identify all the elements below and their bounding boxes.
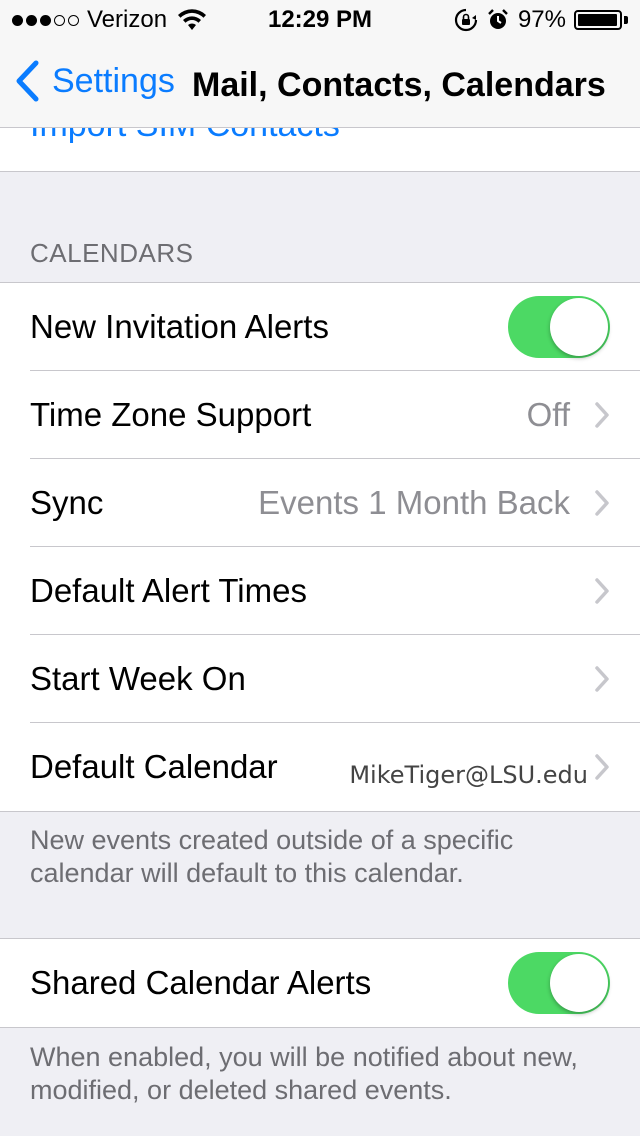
chevron-right-icon	[595, 578, 609, 604]
toggle-knob	[550, 954, 608, 1012]
battery-fill	[578, 14, 617, 26]
shared-group: Shared Calendar Alerts	[0, 938, 640, 1028]
section-header-calendars: CALENDARS	[30, 238, 194, 268]
row-value: MikeTiger@LSU.edu	[349, 761, 588, 789]
battery-tip	[624, 16, 628, 24]
battery-percent: 97%	[517, 6, 566, 33]
row-value: Off	[526, 396, 570, 433]
battery-icon	[574, 10, 622, 30]
navigation-bar: Settings Mail, Contacts, Calendars	[0, 40, 640, 128]
row-value: Events 1 Month Back	[258, 484, 570, 521]
import-sim-contacts-row[interactable]: Import SIM Contacts	[0, 128, 640, 172]
default-alert-times-row[interactable]: Default Alert Times	[0, 547, 640, 635]
back-button[interactable]: Settings	[14, 60, 175, 102]
default-calendar-row[interactable]: Default Calendar MikeTiger@LSU.edu	[0, 723, 640, 811]
shared-calendar-alerts-row: Shared Calendar Alerts	[0, 939, 640, 1027]
chevron-right-icon	[595, 666, 609, 692]
row-label: Default Calendar	[30, 748, 278, 785]
row-label: Time Zone Support	[30, 396, 312, 433]
import-sim-contacts-label: Import SIM Contacts	[30, 128, 340, 145]
rotation-lock-icon	[454, 8, 478, 32]
new-invitation-alerts-row: New Invitation Alerts	[0, 283, 640, 371]
row-label: Shared Calendar Alerts	[30, 964, 372, 1001]
row-label: Start Week On	[30, 660, 246, 697]
calendars-group: New Invitation Alerts Time Zone Support …	[0, 282, 640, 812]
chevron-right-icon	[595, 490, 609, 516]
page-title: Mail, Contacts, Calendars	[192, 66, 606, 104]
new-invitation-alerts-toggle[interactable]	[508, 296, 610, 358]
row-label: New Invitation Alerts	[30, 308, 329, 345]
chevron-right-icon	[595, 402, 609, 428]
shared-alerts-footer: When enabled, you will be notified about…	[30, 1042, 578, 1105]
chevron-left-icon	[16, 60, 39, 102]
default-calendar-footer: New events created outside of a specific…	[30, 825, 514, 888]
shared-calendar-alerts-toggle[interactable]	[508, 952, 610, 1014]
time-zone-support-row[interactable]: Time Zone Support Off	[0, 371, 640, 459]
alarm-icon	[488, 9, 508, 29]
row-label: Default Alert Times	[30, 572, 307, 609]
sync-row[interactable]: Sync Events 1 Month Back	[0, 459, 640, 547]
row-label: Sync	[30, 484, 104, 521]
status-bar: Verizon 12:29 PM 97%	[0, 0, 640, 40]
toggle-knob	[550, 298, 608, 356]
chevron-right-icon	[595, 754, 609, 780]
status-right: 97%	[454, 6, 628, 34]
back-button-label: Settings	[52, 61, 175, 100]
start-week-on-row[interactable]: Start Week On	[0, 635, 640, 723]
